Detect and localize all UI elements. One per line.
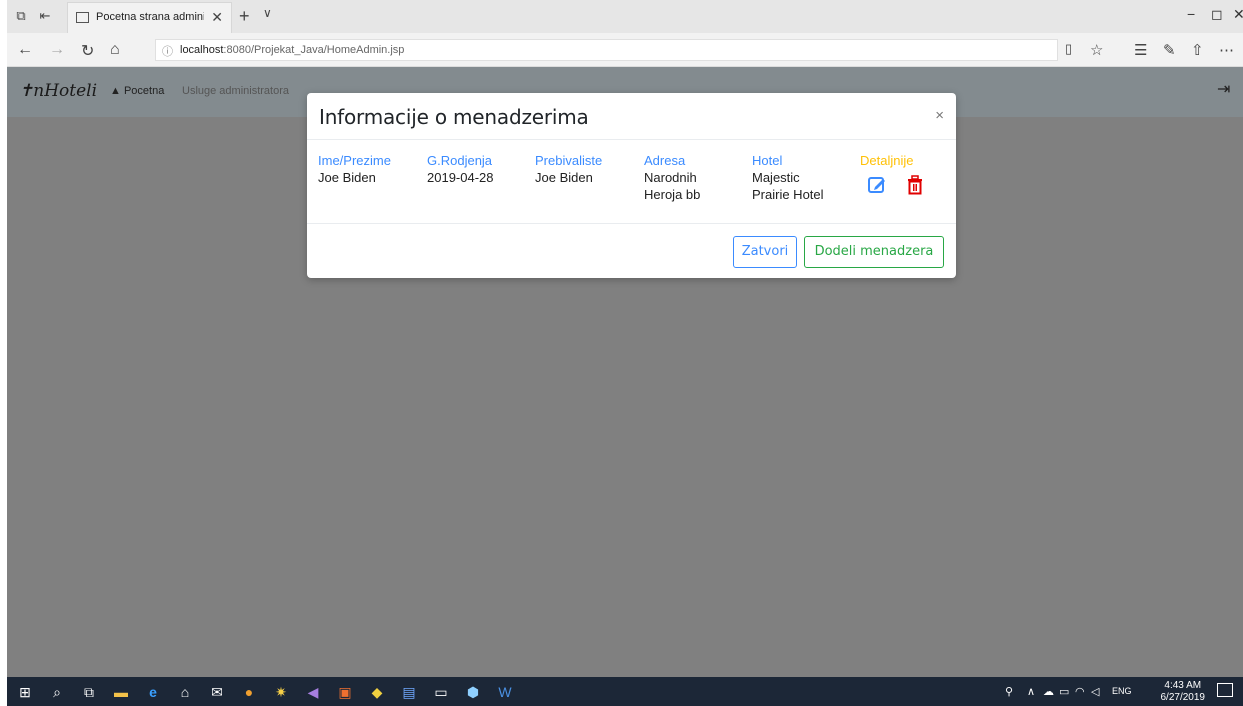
nav-home-link[interactable]: ▲ Pocetna [110, 85, 164, 97]
modal-footer: Zatvori Dodeli menadzera [307, 223, 956, 278]
visual-studio-icon[interactable]: ◀ [303, 682, 323, 702]
onedrive-icon[interactable]: ☁ [1043, 685, 1054, 698]
battery-icon[interactable]: ▭ [1059, 685, 1069, 698]
terminal-icon[interactable]: ▭ [431, 682, 451, 702]
back-icon[interactable]: ← [17, 41, 33, 59]
chrome-icon[interactable]: ● [239, 682, 259, 702]
people-tray-icon[interactable]: ⚲ [1005, 685, 1013, 698]
nav-services-dropdown[interactable]: Usluge administratora [182, 85, 289, 97]
header-address: Adresa [644, 153, 686, 168]
forward-icon[interactable]: → [49, 41, 65, 59]
address-bar[interactable]: ⓘ localhost:8080/Projekat_Java/HomeAdmin… [155, 39, 1058, 61]
modal-header: Informacije o menadzerima × [307, 93, 956, 140]
edge-browser-icon[interactable]: e [143, 682, 163, 702]
col-residence: Prebivaliste Joe Biden [535, 152, 602, 186]
vs-code-icon[interactable]: ▤ [399, 682, 419, 702]
col-birth: G.Rodjenja 2019-04-28 [427, 152, 494, 186]
tab-title: Pocetna strana administ [96, 11, 204, 23]
eclipse-icon[interactable]: ✷ [271, 682, 291, 702]
favorites-hub-icon[interactable]: ☰ [1134, 41, 1147, 59]
value-name: Joe Biden [318, 170, 376, 185]
delete-trash-icon[interactable] [905, 175, 925, 195]
header-hotel: Hotel [752, 153, 783, 168]
clock-time: 4:43 AM [1164, 680, 1202, 691]
value-address-2: Heroja bb [644, 187, 701, 202]
tab-active[interactable]: Pocetna strana administ ✕ [67, 2, 232, 33]
header-residence: Prebivaliste [535, 153, 603, 168]
edit-icon[interactable] [867, 175, 887, 195]
value-hotel-1: Majestic [752, 170, 800, 185]
modal-body: Ime/Prezime Joe Biden G.Rodjenja 2019-04… [307, 140, 956, 223]
assign-manager-button[interactable]: Dodeli menadzera [804, 236, 944, 268]
mail-icon[interactable]: ✉ [207, 682, 227, 702]
people-icon[interactable]: ◆ [367, 682, 387, 702]
col-hotel: Hotel Majestic Prairie Hotel [752, 152, 824, 203]
value-hotel-2: Prairie Hotel [752, 187, 824, 202]
browser-navbar: ← → ↻ ⌂ ⓘ localhost:8080/Projekat_Java/H… [7, 33, 1243, 67]
3d-viewer-icon[interactable]: ⬢ [463, 682, 483, 702]
windows-start-icon[interactable]: ⊞ [15, 682, 35, 702]
tabs-aside-icon[interactable]: ⇤ [37, 8, 53, 24]
brand-logo[interactable]: ✝nHoteli [19, 81, 97, 101]
word-icon[interactable]: W [495, 682, 515, 702]
value-birth: 2019-04-28 [427, 170, 494, 185]
tray-expand-icon[interactable]: ∧ [1027, 685, 1035, 698]
col-address: Adresa Narodnih Heroja bb [644, 152, 700, 203]
task-view-icon[interactable]: ⧉ [79, 682, 99, 702]
notes-pen-icon[interactable]: ✎ [1163, 41, 1176, 59]
more-icon[interactable]: ⋯ [1219, 41, 1234, 59]
value-address-1: Narodnih [644, 170, 697, 185]
tab-close-icon[interactable]: ✕ [211, 9, 223, 26]
volume-icon[interactable]: ◁ [1091, 685, 1099, 698]
modal-title: Informacije o menadzerima [319, 105, 589, 129]
file-explorer-icon[interactable]: ▬ [111, 682, 131, 702]
clock[interactable]: 4:43 AM 6/27/2019 [1161, 680, 1206, 704]
wifi-icon[interactable]: ◠ [1075, 685, 1085, 698]
logout-icon[interactable]: ⇥ [1217, 79, 1235, 98]
xampp-icon[interactable]: ▣ [335, 682, 355, 702]
maximize-button[interactable]: ◻ [1211, 6, 1223, 23]
tab-sets-icon[interactable]: ⧉ [13, 8, 29, 24]
tab-bar: ⧉ ⇤ Pocetna strana administ ✕ + ∨ − ◻ ✕ [7, 0, 1243, 33]
close-button[interactable]: Zatvori [733, 236, 797, 268]
refresh-icon[interactable]: ↻ [81, 41, 94, 61]
reading-view-icon[interactable]: ▯ [1065, 41, 1072, 57]
notifications-icon[interactable] [1217, 683, 1233, 697]
favorite-star-icon[interactable]: ☆ [1090, 41, 1103, 59]
header-birth: G.Rodjenja [427, 153, 493, 168]
share-icon[interactable]: ⇧ [1191, 41, 1204, 59]
home-icon: ▲ [110, 85, 121, 97]
new-tab-button[interactable]: + [239, 6, 250, 27]
url-text: localhost:8080/Projekat_Java/HomeAdmin.j… [180, 44, 405, 56]
tab-menu-chevron-icon[interactable]: ∨ [263, 6, 272, 20]
col-name: Ime/Prezime Joe Biden [318, 152, 391, 186]
modal-close-button[interactable]: × [935, 107, 944, 124]
search-icon[interactable]: ⌕ [47, 682, 67, 702]
minimize-button[interactable]: − [1187, 6, 1195, 22]
value-residence: Joe Biden [535, 170, 593, 185]
clock-date: 6/27/2019 [1160, 692, 1206, 703]
language-indicator[interactable]: ENG [1112, 686, 1132, 696]
header-details: Detaljnije [860, 153, 914, 168]
info-icon[interactable]: ⓘ [162, 43, 173, 59]
header-name: Ime/Prezime [318, 153, 391, 168]
manager-info-modal: Informacije o menadzerima × Ime/Prezime … [307, 93, 956, 278]
page-icon [76, 12, 89, 23]
col-details: Detaljnije [860, 152, 913, 169]
store-icon[interactable]: ⌂ [175, 682, 195, 702]
windows-taskbar: ⊞ ⌕ ⧉ ▬ e ⌂ ✉ ● ✷ ◀ ▣ ◆ ▤ ▭ ⬢ W ⚲ ∧ ☁ ▭ … [7, 677, 1243, 706]
close-window-button[interactable]: ✕ [1233, 6, 1243, 23]
home-icon[interactable]: ⌂ [110, 41, 120, 59]
